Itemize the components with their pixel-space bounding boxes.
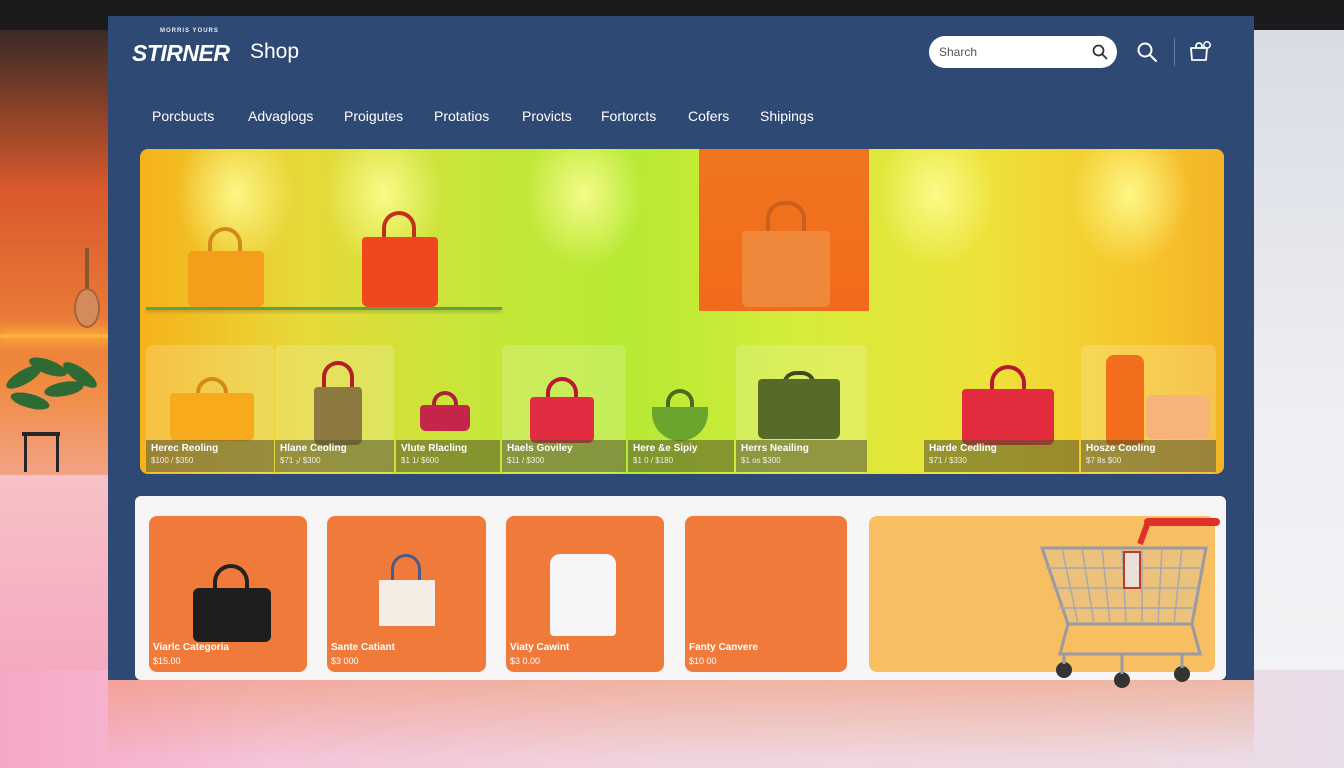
- category-name: Fanty Canvere: [689, 642, 758, 653]
- product-label: Hlane Ceoling $71 ₁/ $300: [275, 440, 394, 472]
- product-name: Hosze Cooling: [1086, 443, 1156, 454]
- shopping-cart-icon[interactable]: [1030, 514, 1230, 694]
- product-price: $71 ₁/ $300: [280, 456, 321, 465]
- product-label: Harde Cedling $71 / $330: [924, 440, 1079, 472]
- category-name: Viarlc Categoria: [153, 642, 229, 653]
- nav-item[interactable]: Protatios: [434, 108, 489, 124]
- category-image: [550, 554, 616, 636]
- product-price: $11 / $300: [507, 456, 545, 465]
- brand-logo[interactable]: STIRNER: [132, 40, 230, 67]
- product-image[interactable]: [170, 377, 254, 441]
- search-input[interactable]: [939, 43, 1089, 61]
- product-image[interactable]: [420, 391, 470, 431]
- product-image[interactable]: [652, 389, 708, 441]
- product-price: $71 / $330: [929, 456, 967, 465]
- search-icon[interactable]: [1092, 44, 1108, 60]
- plant-decor: [3, 353, 101, 475]
- nav-item[interactable]: Shipings: [760, 108, 814, 124]
- hero-showcase: Herec Reoling $100 / $350 Hlane Ceoling …: [140, 149, 1224, 474]
- product-image-box[interactable]: [1146, 395, 1210, 439]
- product-price: $1 os $300: [741, 456, 781, 465]
- handbag-image[interactable]: [742, 201, 830, 307]
- header-divider: [1174, 38, 1175, 66]
- category-price: $3 000: [331, 656, 359, 666]
- product-label: Herec Reoling $100 / $350: [146, 440, 274, 472]
- product-name: Harde Cedling: [929, 443, 997, 454]
- product-name: Haels Goviley: [507, 443, 573, 454]
- product-image[interactable]: [314, 361, 362, 445]
- display-shelf: [146, 307, 502, 310]
- room-right-wall: [1254, 30, 1344, 670]
- product-label: Haels Goviley $11 / $300: [502, 440, 626, 472]
- category-name: Sante Catiant: [331, 642, 395, 653]
- product-image[interactable]: [962, 365, 1054, 445]
- product-name: Herrs Neailing: [741, 443, 809, 454]
- product-name: Vlute Rlacling: [401, 443, 468, 454]
- product-label: Hosze Cooling $7 8s $00: [1081, 440, 1216, 472]
- category-price: $15.00: [153, 656, 181, 666]
- room-counter: [0, 475, 108, 670]
- spotlight: [1070, 149, 1190, 269]
- category-tile[interactable]: Viarlc Categoria $15.00: [149, 516, 307, 672]
- nav-item[interactable]: Provicts: [522, 108, 572, 124]
- category-image: [379, 554, 435, 626]
- cart-icon[interactable]: [1188, 40, 1212, 64]
- header: MORRIS YOURS STIRNER Shop: [108, 16, 1254, 90]
- section-title: Shop: [250, 40, 300, 63]
- nav-item[interactable]: Proigutes: [344, 108, 403, 124]
- category-name: Viaty Cawint: [510, 642, 570, 653]
- room-light-strip: [0, 334, 108, 338]
- nav-item[interactable]: Fortorcts: [601, 108, 656, 124]
- nav-item[interactable]: Porcbucts: [152, 108, 214, 124]
- product-price: $1 1/ $600: [401, 456, 439, 465]
- spotlight: [524, 149, 644, 269]
- product-price: $1 0 / $180: [633, 456, 674, 465]
- product-label: Herrs Neailing $1 os $300: [736, 440, 867, 472]
- product-image-bottle[interactable]: [1106, 355, 1144, 445]
- product-price: $7 8s $00: [1086, 456, 1122, 465]
- product-name: Here &e Sipiy: [633, 443, 698, 454]
- product-name: Herec Reoling: [151, 443, 219, 454]
- product-price: $100 / $350: [151, 456, 194, 465]
- category-price: $10 00: [689, 656, 717, 666]
- guitar-decor: [74, 248, 100, 332]
- nav-item[interactable]: Cofers: [688, 108, 729, 124]
- main-nav: Porcbucts Advaglogs Proigutes Protatios …: [108, 108, 1254, 130]
- handbag-image[interactable]: [188, 227, 264, 307]
- category-image: [193, 564, 271, 642]
- product-label: Here &e Sipiy $1 0 / $180: [628, 440, 734, 472]
- product-image[interactable]: [758, 371, 840, 439]
- brand-kicker: MORRIS YOURS: [160, 28, 219, 34]
- nav-item[interactable]: Advaglogs: [248, 108, 313, 124]
- search-icon[interactable]: [1136, 41, 1158, 63]
- handbag-image[interactable]: [362, 211, 438, 307]
- category-tile[interactable]: Viaty Cawint $3 0.00: [506, 516, 664, 672]
- spotlight: [876, 149, 996, 269]
- category-price: $3 0.00: [510, 656, 541, 666]
- category-tile[interactable]: Sante Catiant $3 000: [327, 516, 486, 672]
- product-name: Hlane Ceoling: [280, 443, 347, 454]
- product-image[interactable]: [530, 377, 594, 443]
- product-label: Vlute Rlacling $1 1/ $600: [396, 440, 500, 472]
- search-box[interactable]: [929, 36, 1117, 68]
- category-tile[interactable]: Fanty Canvere $10 00: [685, 516, 847, 672]
